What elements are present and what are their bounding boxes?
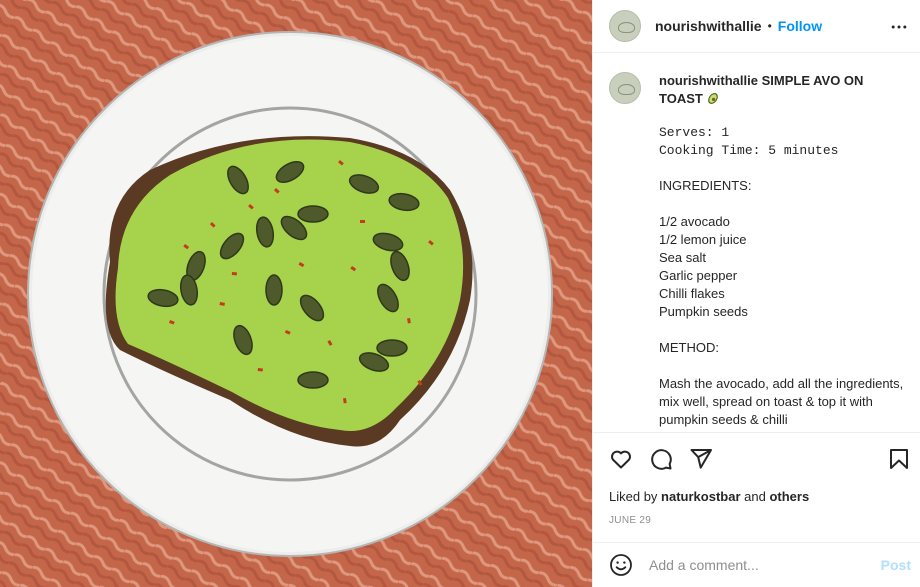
caption-row: nourishwithallie SIMPLE AVO ON TOAST Ser… — [609, 72, 905, 429]
caption-text: INGREDIENTS: 1/2 avocado 1/2 lemon juice… — [659, 178, 904, 427]
liked-by-user[interactable]: naturkostbar — [661, 489, 740, 504]
caption-body: nourishwithallie SIMPLE AVO ON TOAST Ser… — [659, 72, 905, 429]
smiley-icon[interactable] — [609, 553, 633, 577]
avocado-toast-photo — [0, 0, 592, 587]
post-image[interactable] — [0, 0, 592, 587]
comment-icon[interactable] — [649, 447, 673, 471]
action-icons — [609, 447, 729, 471]
avatar[interactable] — [609, 72, 641, 104]
post-date[interactable]: JUNE 29 — [609, 515, 651, 526]
heart-icon[interactable] — [609, 447, 633, 471]
liked-by-others[interactable]: others — [769, 489, 809, 504]
bookmark-icon[interactable] — [887, 447, 911, 471]
action-bar: Liked by naturkostbar and others JUNE 29 — [593, 432, 920, 542]
post-header: nourishwithallie • Follow — [593, 0, 920, 53]
follow-button[interactable]: Follow — [778, 18, 822, 34]
comment-input[interactable] — [649, 557, 869, 573]
caption-serves: Serves: 1 — [659, 125, 730, 140]
more-horizontal-icon[interactable] — [889, 17, 909, 37]
avocado-emoji-icon — [708, 93, 719, 104]
avatar[interactable] — [609, 10, 641, 42]
liked-by-and: and — [744, 489, 766, 504]
post-details-panel: nourishwithallie • Follow nourishwithall… — [592, 0, 920, 587]
caption-section: nourishwithallie SIMPLE AVO ON TOAST Ser… — [593, 54, 920, 432]
liked-by-prefix: Liked by — [609, 489, 658, 504]
separator-dot: • — [767, 19, 772, 33]
username-link[interactable]: nourishwithallie — [655, 18, 762, 34]
caption-username[interactable]: nourishwithallie — [659, 73, 758, 88]
caption-title: nourishwithallie SIMPLE AVO ON TOAST — [659, 72, 905, 108]
post-button[interactable]: Post — [881, 557, 911, 573]
caption-cooking-time: Cooking Time: 5 minutes — [659, 143, 839, 158]
liked-by-text: Liked by naturkostbar and others — [609, 489, 809, 504]
share-icon[interactable] — [689, 447, 713, 471]
comment-box: Post — [593, 542, 920, 587]
